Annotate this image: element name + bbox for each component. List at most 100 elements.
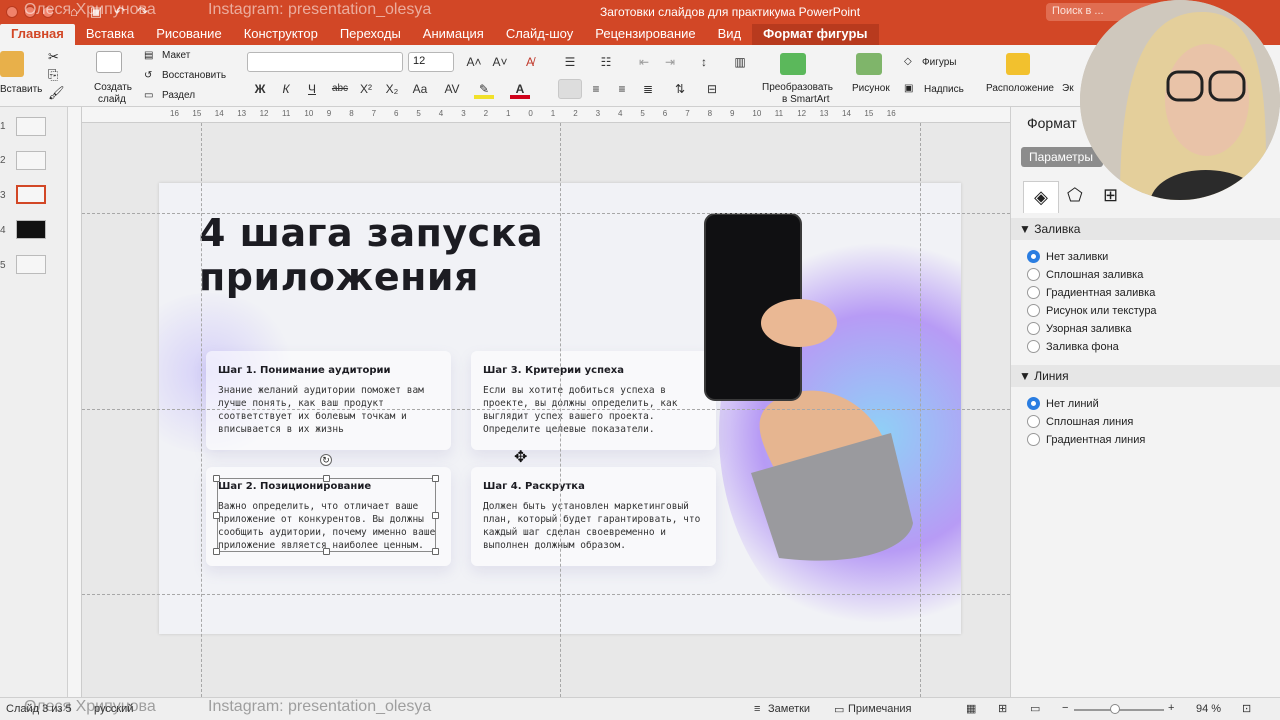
radio-icon[interactable] <box>1027 415 1040 428</box>
underline-button[interactable]: Ч <box>302 79 322 99</box>
cut-icon[interactable]: ✂ <box>48 49 59 65</box>
zoom-slider-thumb[interactable] <box>1110 704 1120 714</box>
italic-button[interactable]: К <box>276 79 296 99</box>
resize-handle[interactable] <box>213 548 220 555</box>
effects-icon[interactable]: ⬠ <box>1067 185 1083 206</box>
strikethrough-button[interactable]: abc <box>328 79 352 99</box>
clear-format-icon[interactable]: A̸ <box>518 52 542 72</box>
radio-icon[interactable] <box>1027 397 1040 410</box>
zoom-out-icon[interactable]: − <box>1062 702 1068 714</box>
font-name-field[interactable] <box>247 52 403 72</box>
tab-animation[interactable]: Анимация <box>412 24 495 45</box>
layout-icon[interactable]: ▤ <box>144 50 153 61</box>
comments-button[interactable]: Примечания <box>848 703 912 715</box>
tab-home[interactable]: Главная <box>0 24 75 45</box>
text-direction-icon[interactable]: ⇅ <box>668 79 692 99</box>
slide-title[interactable]: 4 шага запуска приложения <box>199 211 619 299</box>
step-card-1[interactable]: Шаг 1. Понимание аудитории Знание желани… <box>206 351 451 450</box>
picture-icon[interactable] <box>856 53 882 75</box>
extra-label[interactable]: Эк <box>1062 83 1074 94</box>
fill-line-icon[interactable]: ◈ <box>1023 181 1059 213</box>
resize-handle[interactable] <box>323 548 330 555</box>
slide-thumbnail-4[interactable] <box>16 220 46 239</box>
fill-option-solid[interactable]: Сплошная заливка <box>1027 268 1143 281</box>
align-right-icon[interactable]: ≡ <box>610 79 634 99</box>
shapes-button[interactable]: Фигуры <box>922 57 956 68</box>
notes-button[interactable]: Заметки <box>768 703 810 715</box>
superscript-button[interactable]: X² <box>356 79 376 99</box>
fill-section-header[interactable]: ▼ Заливка <box>1011 218 1280 240</box>
tab-draw[interactable]: Рисование <box>145 24 232 45</box>
line-section-header[interactable]: ▼ Линия <box>1011 365 1280 387</box>
fill-option-pattern[interactable]: Узорная заливка <box>1027 322 1131 335</box>
tab-design[interactable]: Конструктор <box>233 24 329 45</box>
fill-option-picture[interactable]: Рисунок или текстура <box>1027 304 1157 317</box>
smartart-label-2[interactable]: в SmartArt <box>782 94 830 105</box>
radio-icon[interactable] <box>1027 268 1040 281</box>
radio-icon[interactable] <box>1027 433 1040 446</box>
resize-handle[interactable] <box>323 475 330 482</box>
new-slide-label-1[interactable]: Создать <box>94 82 132 93</box>
normal-view-icon[interactable]: ▦ <box>966 702 976 715</box>
resize-handle[interactable] <box>213 475 220 482</box>
picture-label[interactable]: Рисунок <box>852 83 890 94</box>
line-option-solid[interactable]: Сплошная линия <box>1027 415 1133 428</box>
guide-line[interactable] <box>82 409 1010 410</box>
grow-font-icon[interactable]: A˄ <box>462 52 486 72</box>
size-properties-icon[interactable]: ⊞ <box>1103 185 1118 206</box>
tab-shape-format[interactable]: Формат фигуры <box>752 24 879 45</box>
arrange-label[interactable]: Расположение <box>986 83 1054 94</box>
font-color-icon[interactable]: A <box>510 79 530 99</box>
align-text-icon[interactable]: ⊟ <box>700 79 724 99</box>
guide-line[interactable] <box>920 123 921 697</box>
slide-thumbnail-1[interactable] <box>16 117 46 136</box>
selection-box[interactable] <box>217 478 436 552</box>
resize-handle[interactable] <box>432 475 439 482</box>
shrink-font-icon[interactable]: A˅ <box>488 52 512 72</box>
close-window-button[interactable] <box>6 6 18 18</box>
line-option-gradient[interactable]: Градиентная линия <box>1027 433 1145 446</box>
zoom-level[interactable]: 94 % <box>1196 703 1221 715</box>
columns-icon[interactable]: ▥ <box>730 52 750 72</box>
radio-icon[interactable] <box>1027 322 1040 335</box>
new-slide-icon[interactable] <box>96 51 122 73</box>
line-spacing-icon[interactable]: ↕ <box>694 52 714 72</box>
tab-slideshow[interactable]: Слайд-шоу <box>495 24 584 45</box>
numbering-icon[interactable]: ☷ <box>596 52 616 72</box>
align-center-icon[interactable]: ≡ <box>584 79 608 99</box>
comments-icon[interactable]: ▭ <box>834 703 844 716</box>
guide-line[interactable] <box>82 594 1010 595</box>
paste-icon[interactable] <box>0 51 24 77</box>
slide-thumbnail-5[interactable] <box>16 255 46 274</box>
radio-icon[interactable] <box>1027 286 1040 299</box>
section-icon[interactable]: ▭ <box>144 90 153 101</box>
reading-view-icon[interactable]: ▭ <box>1030 702 1040 715</box>
highlight-icon[interactable]: ✎ <box>474 79 494 99</box>
tab-view[interactable]: Вид <box>707 24 753 45</box>
tab-transitions[interactable]: Переходы <box>329 24 412 45</box>
slide-thumbnail-2[interactable] <box>16 151 46 170</box>
fill-option-none[interactable]: Нет заливки <box>1027 250 1108 263</box>
slide-sorter-icon[interactable]: ⊞ <box>998 702 1007 715</box>
new-slide-label-2[interactable]: слайд <box>98 94 126 105</box>
reset-icon[interactable]: ↺ <box>144 70 152 81</box>
char-spacing-icon[interactable]: AV <box>440 79 464 99</box>
subscript-button[interactable]: X₂ <box>382 79 402 99</box>
arrange-icon[interactable] <box>1006 53 1030 75</box>
fill-option-background[interactable]: Заливка фона <box>1027 340 1119 353</box>
align-left-button[interactable] <box>558 79 582 99</box>
tab-insert[interactable]: Вставка <box>75 24 145 45</box>
textbox-icon[interactable]: ▣ <box>904 83 913 94</box>
increase-indent-icon[interactable]: ⇥ <box>660 52 680 72</box>
decrease-indent-icon[interactable]: ⇤ <box>634 52 654 72</box>
rotate-handle-icon[interactable]: ↻ <box>320 454 332 466</box>
notes-icon[interactable]: ≡ <box>754 703 760 715</box>
radio-icon[interactable] <box>1027 304 1040 317</box>
format-painter-icon[interactable]: 🖌 <box>48 85 65 101</box>
hand-phone-illustration[interactable] <box>679 208 919 568</box>
fit-slide-icon[interactable]: ⊡ <box>1242 702 1251 715</box>
resize-handle[interactable] <box>432 548 439 555</box>
guide-line[interactable] <box>560 123 561 697</box>
line-option-none[interactable]: Нет линий <box>1027 397 1099 410</box>
bold-button[interactable]: Ж <box>250 79 270 99</box>
